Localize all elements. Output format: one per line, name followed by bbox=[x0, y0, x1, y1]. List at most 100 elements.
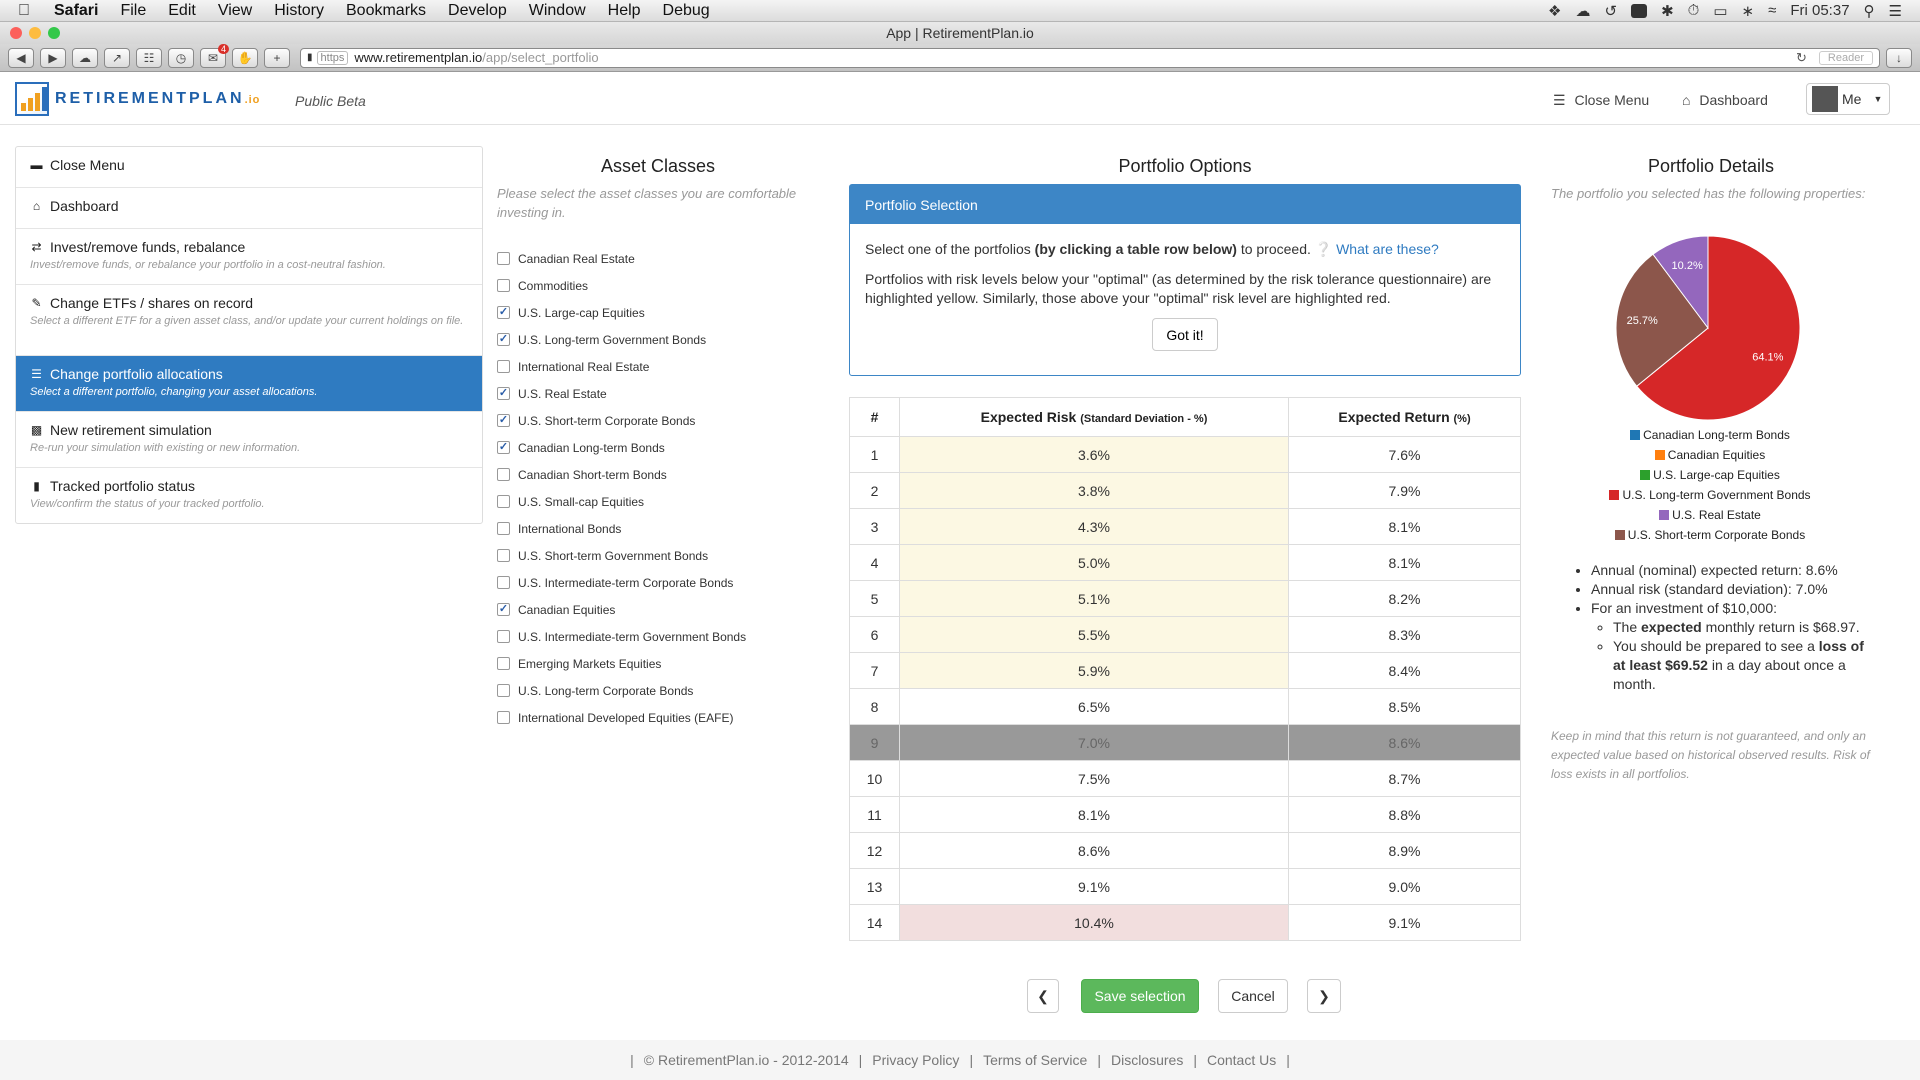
minimize-window-button[interactable] bbox=[29, 27, 41, 39]
asset-checkbox[interactable]: ✓ bbox=[497, 414, 510, 427]
dropbox-icon[interactable]: ❖ bbox=[1548, 2, 1561, 20]
asset-checkbox[interactable] bbox=[497, 657, 510, 670]
asset-class-item[interactable]: U.S. Small-cap Equities bbox=[497, 488, 827, 515]
table-row[interactable]: 6 5.5% 8.3% bbox=[849, 616, 1521, 653]
asset-class-item[interactable]: ✓ Canadian Long-term Bonds bbox=[497, 434, 827, 461]
table-row[interactable]: 14 10.4% 9.1% bbox=[849, 904, 1521, 941]
asset-class-item[interactable]: Canadian Short-term Bonds bbox=[497, 461, 827, 488]
asset-checkbox[interactable]: ✓ bbox=[497, 603, 510, 616]
table-row[interactable]: 7 5.9% 8.4% bbox=[849, 652, 1521, 689]
menu-edit[interactable]: Edit bbox=[168, 2, 196, 20]
asset-class-item[interactable]: U.S. Long-term Corporate Bonds bbox=[497, 677, 827, 704]
asset-class-item[interactable]: U.S. Short-term Government Bonds bbox=[497, 542, 827, 569]
hand-icon[interactable]: ✋ bbox=[232, 47, 258, 68]
asset-class-item[interactable]: International Developed Equities (EAFE) bbox=[497, 704, 827, 731]
asset-class-item[interactable]: ✓ Canadian Equities bbox=[497, 596, 827, 623]
previous-button[interactable]: ❮ bbox=[1027, 979, 1059, 1013]
save-selection-button[interactable]: Save selection bbox=[1081, 979, 1199, 1013]
table-row[interactable]: 5 5.1% 8.2% bbox=[849, 580, 1521, 617]
extension-icon[interactable]: ✉ 4 bbox=[200, 43, 229, 68]
menu-help[interactable]: Help bbox=[608, 2, 641, 20]
asset-checkbox[interactable] bbox=[497, 279, 510, 292]
asset-checkbox[interactable] bbox=[497, 684, 510, 697]
asset-checkbox[interactable] bbox=[497, 549, 510, 562]
sync-icon[interactable]: ↺ bbox=[1604, 2, 1617, 20]
back-button[interactable]: ◀ bbox=[8, 47, 34, 68]
share-icon[interactable]: ↗ bbox=[104, 47, 130, 68]
table-row[interactable]: 13 9.1% 9.0% bbox=[849, 868, 1521, 905]
table-row[interactable]: 4 5.0% 8.1% bbox=[849, 544, 1521, 581]
asset-checkbox[interactable] bbox=[497, 630, 510, 643]
footer-privacy-link[interactable]: Privacy Policy bbox=[872, 1052, 959, 1068]
menu-bookmarks[interactable]: Bookmarks bbox=[346, 2, 426, 20]
table-row[interactable]: 3 4.3% 8.1% bbox=[849, 508, 1521, 545]
menu-file[interactable]: File bbox=[120, 2, 146, 20]
reader-button[interactable]: Reader bbox=[1818, 50, 1873, 65]
asset-checkbox[interactable] bbox=[497, 252, 510, 265]
asset-class-item[interactable]: Canadian Real Estate bbox=[497, 245, 827, 272]
got-it-button[interactable]: Got it! bbox=[1152, 318, 1218, 351]
menu-history[interactable]: History bbox=[274, 2, 324, 20]
table-row[interactable]: 11 8.1% 8.8% bbox=[849, 796, 1521, 833]
asset-class-item[interactable]: U.S. Intermediate-term Corporate Bonds bbox=[497, 569, 827, 596]
airplay-icon[interactable]: ▭ bbox=[1713, 2, 1727, 20]
zoom-window-button[interactable] bbox=[48, 27, 60, 39]
table-row[interactable]: 2 3.8% 7.9% bbox=[849, 472, 1521, 509]
sidebar-item-tracked-status[interactable]: ▮ Tracked portfolio status View/confirm t… bbox=[16, 468, 482, 523]
footer-disclosures-link[interactable]: Disclosures bbox=[1111, 1052, 1183, 1068]
logo[interactable]: RetirementPlan.io bbox=[15, 82, 260, 116]
sidebar-item-new-simulation[interactable]: ▩ New retirement simulation Re-run your s… bbox=[16, 412, 482, 468]
apple-menu-icon[interactable]:  bbox=[18, 2, 38, 20]
asset-class-item[interactable]: ✓ U.S. Large-cap Equities bbox=[497, 299, 827, 326]
bookmarks-icon[interactable]: ☷ bbox=[136, 47, 162, 68]
sidebar-item-close-menu[interactable]: ▬ Close Menu bbox=[16, 147, 482, 188]
asset-checkbox[interactable]: ✓ bbox=[497, 441, 510, 454]
asset-class-item[interactable]: Emerging Markets Equities bbox=[497, 650, 827, 677]
sidebar-item-invest[interactable]: ⇄ Invest/remove funds, rebalance Invest/r… bbox=[16, 229, 482, 285]
user-menu-button[interactable]: Me ▼ bbox=[1806, 83, 1890, 115]
sidebar-item-dashboard[interactable]: ⌂ Dashboard bbox=[16, 188, 482, 229]
new-tab-button[interactable]: + bbox=[264, 47, 290, 68]
asset-checkbox[interactable] bbox=[497, 360, 510, 373]
asset-checkbox[interactable] bbox=[497, 495, 510, 508]
asset-checkbox[interactable]: ✓ bbox=[497, 387, 510, 400]
asset-class-item[interactable]: U.S. Intermediate-term Government Bonds bbox=[497, 623, 827, 650]
asset-class-item[interactable]: International Real Estate bbox=[497, 353, 827, 380]
footer-contact-link[interactable]: Contact Us bbox=[1207, 1052, 1276, 1068]
sidebar-item-change-allocations[interactable]: ☰ Change portfolio allocations Select a d… bbox=[16, 356, 482, 412]
reload-icon[interactable]: ↻ bbox=[1796, 50, 1807, 66]
sidebar-item-change-etfs[interactable]: ✎ Change ETFs / shares on record Select a… bbox=[16, 285, 482, 356]
what-are-these-link[interactable]: What are these? bbox=[1336, 241, 1439, 257]
close-window-button[interactable] bbox=[10, 27, 22, 39]
cloud-icon[interactable]: ☁ bbox=[1575, 2, 1590, 20]
asset-checkbox[interactable] bbox=[497, 522, 510, 535]
asset-checkbox[interactable] bbox=[497, 468, 510, 481]
menu-app[interactable]: Safari bbox=[54, 2, 98, 20]
asset-checkbox[interactable]: ✓ bbox=[497, 306, 510, 319]
asset-class-item[interactable]: ✓ U.S. Real Estate bbox=[497, 380, 827, 407]
wifi-icon[interactable]: ≈ bbox=[1768, 2, 1776, 19]
menu-develop[interactable]: Develop bbox=[448, 2, 507, 20]
header-close-menu[interactable]: ☰ Close Menu bbox=[1553, 92, 1649, 109]
cancel-button[interactable]: Cancel bbox=[1218, 979, 1288, 1013]
history-icon[interactable]: ◷ bbox=[168, 47, 194, 68]
bluetooth-icon[interactable]: ∗ bbox=[1742, 2, 1755, 20]
table-row[interactable]: 8 6.5% 8.5% bbox=[849, 688, 1521, 725]
asterisk-icon[interactable]: ✱ bbox=[1661, 2, 1674, 20]
asset-class-item[interactable]: International Bonds bbox=[497, 515, 827, 542]
asset-checkbox[interactable]: ✓ bbox=[497, 333, 510, 346]
asset-class-item[interactable]: ✓ U.S. Long-term Government Bonds bbox=[497, 326, 827, 353]
header-dashboard[interactable]: ⌂ Dashboard bbox=[1682, 92, 1768, 108]
battery-app-icon[interactable] bbox=[1631, 3, 1648, 18]
menu-debug[interactable]: Debug bbox=[663, 2, 710, 20]
menubar-clock[interactable]: Fri 05:37 bbox=[1790, 2, 1849, 19]
menu-window[interactable]: Window bbox=[529, 2, 586, 20]
asset-checkbox[interactable] bbox=[497, 711, 510, 724]
next-button[interactable]: ❯ bbox=[1307, 979, 1341, 1013]
menu-view[interactable]: View bbox=[218, 2, 252, 20]
asset-class-item[interactable]: Commodities bbox=[497, 272, 827, 299]
table-row[interactable]: 10 7.5% 8.7% bbox=[849, 760, 1521, 797]
stopwatch-icon[interactable]: ⏱ bbox=[1688, 2, 1700, 19]
table-row[interactable]: 1 3.6% 7.6% bbox=[849, 436, 1521, 473]
forward-button[interactable]: ▶ bbox=[40, 47, 66, 68]
